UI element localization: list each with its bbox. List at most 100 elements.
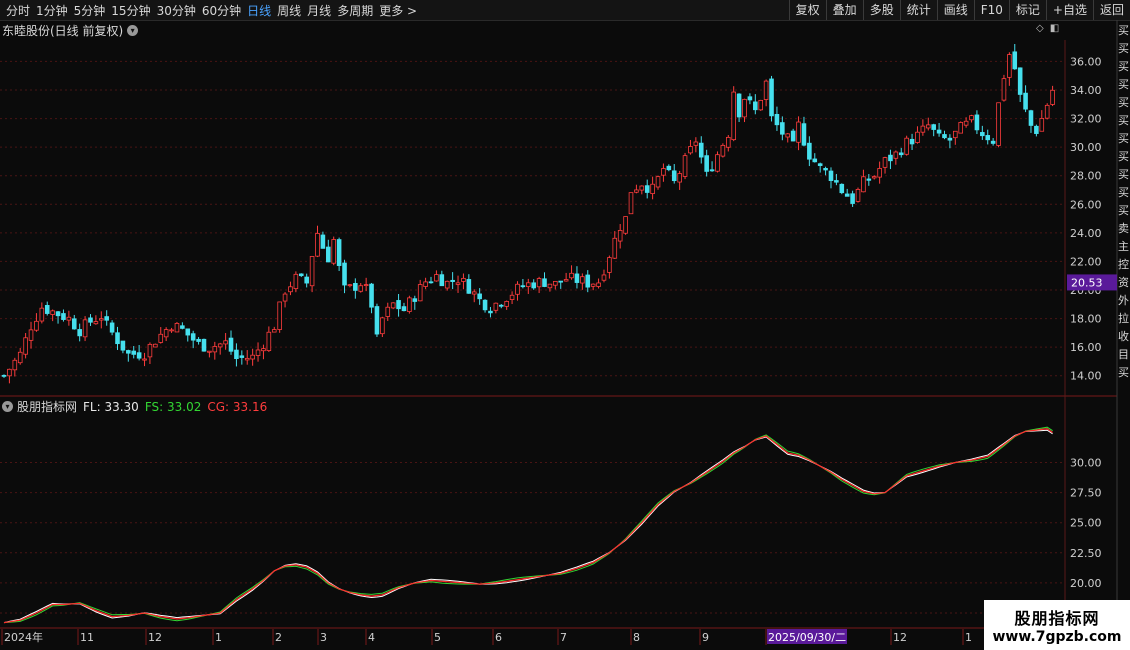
y-tick-label: 36.00 — [1070, 55, 1102, 68]
candlestick — [434, 270, 439, 282]
x-tick-label: 6 — [495, 631, 502, 644]
line-fs — [3, 426, 1053, 624]
candlestick — [498, 303, 504, 309]
signal-label: 买 — [1118, 114, 1129, 127]
y-tick-label: 28.00 — [1070, 170, 1102, 183]
x-tick-label: 1 — [965, 631, 972, 644]
candlestick — [963, 117, 969, 128]
x-tick-label: 5 — [434, 631, 441, 644]
candlestick — [55, 310, 61, 324]
candlestick — [104, 310, 109, 326]
signal-label: 买 — [1118, 24, 1129, 37]
x-tick-label: 3 — [320, 631, 327, 644]
candlestick — [190, 330, 196, 349]
candlestick — [828, 167, 834, 189]
candlestick — [423, 277, 428, 290]
candlestick — [174, 321, 180, 333]
candlestick — [650, 176, 655, 200]
candlestick — [304, 273, 309, 288]
candlestick — [482, 299, 488, 313]
candlestick — [93, 315, 99, 325]
candlestick — [380, 316, 385, 338]
signal-label: 买 — [1118, 186, 1129, 199]
candlestick — [796, 116, 801, 151]
candlestick — [736, 93, 742, 123]
candlestick — [925, 117, 931, 131]
candlestick — [239, 350, 245, 365]
candlestick — [731, 86, 736, 142]
candlestick — [109, 320, 115, 336]
candlestick — [1050, 85, 1055, 107]
candlestick — [515, 281, 520, 301]
signal-label: 买 — [1118, 132, 1129, 145]
candlestick — [466, 274, 472, 294]
signal-label: 买 — [1118, 96, 1129, 109]
candlestick — [920, 119, 926, 136]
candlestick — [212, 341, 218, 360]
y-tick-label: 22.00 — [1070, 255, 1102, 268]
candlestick — [288, 281, 293, 296]
candlestick — [444, 280, 450, 291]
y-tick-label: 20.00 — [1070, 577, 1102, 590]
candlestick — [585, 270, 591, 293]
watermark: 股朋指标网 www.7gpzb.com — [984, 600, 1130, 650]
candlestick — [839, 183, 845, 195]
y-tick-label: 26.00 — [1070, 198, 1102, 211]
candlestick — [315, 225, 320, 258]
candlestick — [277, 301, 282, 333]
y-tick-label: 24.00 — [1070, 227, 1102, 240]
candlestick — [612, 231, 618, 260]
candlestick — [99, 311, 104, 329]
candlestick — [271, 326, 277, 333]
candlestick — [709, 161, 715, 172]
candlestick — [266, 326, 272, 353]
candlestick — [1044, 103, 1050, 120]
candlestick — [547, 283, 553, 292]
watermark-url: www.7gpzb.com — [992, 629, 1122, 645]
candlestick — [250, 348, 255, 366]
signal-label: 收 — [1118, 330, 1129, 343]
candlestick — [904, 135, 909, 156]
candlestick — [698, 136, 704, 164]
candlestick — [855, 187, 861, 203]
candlestick — [569, 265, 574, 280]
signal-label: 买 — [1118, 60, 1129, 73]
candlestick — [347, 283, 353, 288]
candlestick — [617, 224, 623, 249]
signal-label: 买 — [1118, 366, 1129, 379]
candlestick — [82, 316, 88, 342]
signal-label: 主 — [1118, 240, 1129, 253]
candlestick — [623, 216, 628, 235]
candlestick — [671, 164, 677, 184]
x-tick-label: 1 — [215, 631, 222, 644]
candlestick — [542, 272, 547, 288]
candlestick — [115, 326, 120, 350]
chart-canvas[interactable]: 14.00 16.00 18.00 20.00 22.00 24.00 26.00 28.00… — [0, 0, 1130, 650]
candlestick — [353, 278, 358, 299]
candlestick — [526, 278, 531, 294]
y-tick-label: 30.00 — [1070, 141, 1102, 154]
candlestick — [66, 310, 72, 326]
candlestick — [1017, 67, 1023, 103]
candlestick — [823, 166, 828, 176]
candlestick — [769, 75, 774, 122]
candlestick — [758, 99, 764, 111]
candlestick — [688, 139, 693, 155]
candlestick — [363, 277, 369, 292]
candlestick — [898, 147, 904, 158]
candlestick — [282, 292, 288, 308]
candlestick — [50, 309, 55, 322]
candlestick — [428, 276, 434, 284]
candlestick — [163, 327, 169, 342]
signal-label: 买 — [1118, 150, 1129, 163]
candlestick — [661, 163, 666, 182]
candlestick — [34, 313, 39, 332]
candlestick — [553, 280, 558, 290]
candlestick — [812, 153, 818, 163]
candlestick — [504, 300, 509, 310]
signal-label: 买 — [1118, 168, 1129, 181]
candlestick — [974, 110, 980, 135]
candlestick — [320, 231, 326, 249]
candlestick — [293, 271, 299, 293]
candlestick — [861, 169, 866, 193]
